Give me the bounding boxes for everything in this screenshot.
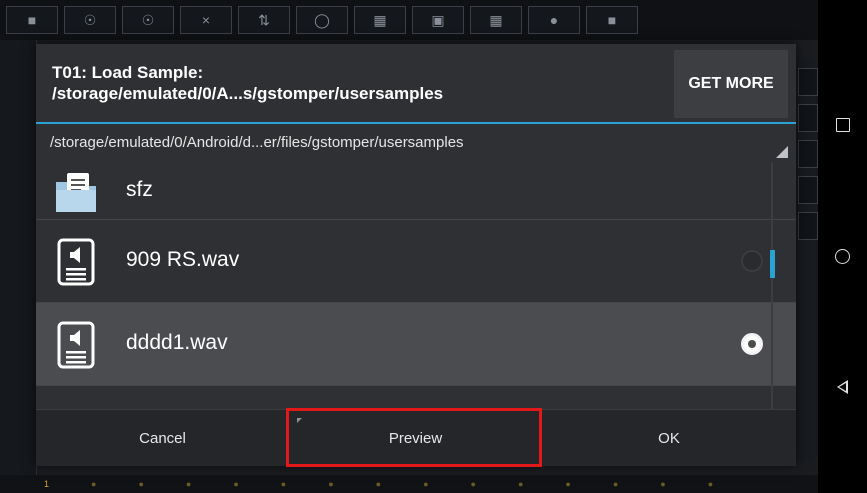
home-button[interactable] <box>818 241 867 271</box>
step-dot: ● <box>138 479 144 489</box>
step-dot: ● <box>565 479 571 489</box>
path-selector[interactable]: /storage/emulated/0/Android/d...er/files… <box>36 124 796 163</box>
toolbar-button[interactable]: ■ <box>6 6 58 34</box>
android-nav-bar <box>818 0 867 493</box>
folder-icon <box>56 173 96 212</box>
side-control[interactable] <box>798 104 818 132</box>
toolbar-button[interactable]: ● <box>528 6 580 34</box>
ok-label: OK <box>658 429 680 447</box>
circle-icon <box>835 248 850 264</box>
bottom-step-strip: 1 ● ● ● ● ● ● ● ● ● ● ● ● ● ● <box>0 475 818 493</box>
highlight-box <box>286 408 542 467</box>
toolbar-button[interactable]: ▦ <box>470 6 522 34</box>
toolbar-button[interactable]: ◯ <box>296 6 348 34</box>
file-name: dddd1.wav <box>126 331 228 354</box>
load-sample-dialog: T01: Load Sample: /storage/emulated/0/A.… <box>36 44 796 466</box>
top-toolbar: ■ ☉ ☉ × ⇅ ◯ ▦ ▣ ▦ ● ■ <box>0 0 818 40</box>
dialog-title-line1: T01: Load Sample: <box>52 63 204 82</box>
get-more-button[interactable]: GET MORE <box>674 50 788 118</box>
dialog-title: T01: Load Sample: /storage/emulated/0/A.… <box>52 62 443 104</box>
step-number: 1 <box>44 479 50 489</box>
toolbar-button[interactable]: ☉ <box>122 6 174 34</box>
current-path: /storage/emulated/0/Android/d...er/files… <box>50 134 464 151</box>
step-dot: ● <box>185 479 192 489</box>
step-dot: ● <box>91 479 97 489</box>
left-side-panel <box>0 40 37 493</box>
scrollbar-thumb[interactable] <box>770 250 775 278</box>
recent-apps-button[interactable] <box>818 110 867 140</box>
scrollbar-track[interactable] <box>771 162 773 409</box>
toolbar-button[interactable]: ⇅ <box>238 6 290 34</box>
step-dot: ● <box>612 479 619 489</box>
toolbar-button[interactable]: ▦ <box>354 6 406 34</box>
step-dot: ● <box>233 479 239 489</box>
toolbar-button[interactable]: ■ <box>586 6 638 34</box>
list-item[interactable]: sfz <box>36 162 796 220</box>
step-dot: ● <box>470 479 476 489</box>
step-dot: ● <box>517 479 524 489</box>
step-dot: ● <box>280 479 287 489</box>
step-dot: ● <box>328 479 334 489</box>
file-name: sfz <box>126 178 153 201</box>
side-control[interactable] <box>798 68 818 96</box>
step-dot: ● <box>375 479 382 489</box>
file-name: 909 RS.wav <box>126 248 240 271</box>
back-button[interactable] <box>818 372 867 402</box>
audio-file-icon <box>57 238 95 286</box>
toolbar-button[interactable]: ▣ <box>412 6 464 34</box>
toolbar-button[interactable]: ☉ <box>64 6 116 34</box>
file-list[interactable]: sfz 909 RS.wav dddd1.wav <box>36 162 796 409</box>
cancel-label: Cancel <box>139 429 186 447</box>
cancel-button[interactable]: Cancel <box>36 410 289 466</box>
ok-button[interactable]: OK <box>542 410 796 466</box>
step-dot: ● <box>707 479 714 489</box>
dialog-title-line2: /storage/emulated/0/A...s/gstomper/users… <box>52 84 444 103</box>
step-dot: ● <box>660 479 666 489</box>
dialog-header: T01: Load Sample: /storage/emulated/0/A.… <box>36 44 796 122</box>
list-item[interactable]: 909 RS.wav <box>36 220 796 303</box>
radio-button[interactable] <box>741 250 763 272</box>
list-item-selected[interactable]: dddd1.wav <box>36 303 796 386</box>
audio-file-icon <box>57 321 95 369</box>
step-dot: ● <box>423 479 429 489</box>
square-icon <box>835 118 850 132</box>
right-side-panel <box>796 60 818 460</box>
side-control[interactable] <box>798 140 818 168</box>
back-triangle-icon <box>837 380 848 394</box>
toolbar-button[interactable]: × <box>180 6 232 34</box>
radio-button-checked[interactable] <box>741 333 763 355</box>
side-control[interactable] <box>798 176 818 204</box>
dropdown-corner-icon <box>776 146 788 158</box>
side-control[interactable] <box>798 212 818 240</box>
